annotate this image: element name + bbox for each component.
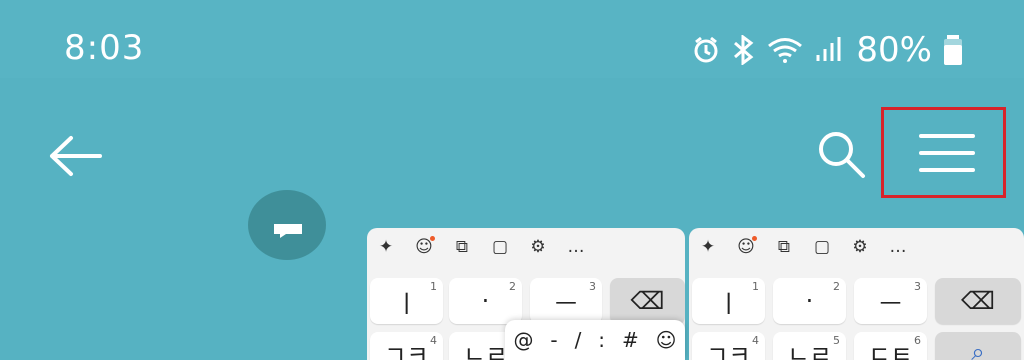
key-dot[interactable]: · 2	[449, 278, 522, 324]
emoji-icon[interactable]: ☺	[405, 232, 443, 262]
menu-highlight-box	[881, 107, 1006, 198]
symbol-smile[interactable]: ☺	[656, 328, 677, 352]
status-time: 8:03	[64, 28, 145, 68]
symbol-hash[interactable]: #	[622, 328, 639, 352]
symbol-slash[interactable]: /	[575, 328, 582, 352]
key-vertical[interactable]: ㅣ1	[692, 278, 765, 324]
saved-note-icon[interactable]: ▢	[803, 232, 841, 262]
backspace-key[interactable]: ⌫	[935, 278, 1021, 324]
search-key[interactable]: ⌕	[935, 332, 1021, 360]
more-options-icon[interactable]: …	[879, 232, 917, 262]
status-icons: 80%	[691, 30, 964, 70]
keyboard-preview-right: ✦ ☺ ⧉ ▢ ⚙ … ㅣ1 · 2 ㅡ3 ⌫ ㄱㅋ 4 ㄴㄹ 5 ㄷㅌ 6 ⌕	[689, 228, 1024, 360]
keyboard-toolbar: ✦ ☺ ⧉ ▢ ⚙ …	[689, 228, 1024, 266]
wifi-icon	[768, 38, 803, 63]
key-vertical[interactable]: ㅣ1	[370, 278, 443, 324]
bluetooth-icon	[734, 35, 754, 65]
key-digeut[interactable]: ㄷㅌ 6	[854, 332, 927, 360]
key-nieun[interactable]: ㄴㄹ5	[773, 332, 846, 360]
app-toolbar	[0, 78, 1024, 218]
key-giyeok[interactable]: ㄱㅋ 4	[692, 332, 765, 360]
clipboard-icon[interactable]: ⧉	[443, 232, 481, 262]
emoji-icon[interactable]: ☺	[727, 232, 765, 262]
battery-icon	[944, 35, 962, 65]
keyboard-ai-icon[interactable]: ✦	[689, 232, 727, 262]
more-options-icon[interactable]: …	[557, 232, 595, 262]
keyboard-ai-icon[interactable]: ✦	[367, 232, 405, 262]
backspace-key[interactable]: ⌫	[610, 278, 685, 324]
status-bar: 8:03 80%	[0, 0, 1024, 78]
key-giyeok[interactable]: ㄱㅋ 4	[370, 332, 443, 360]
alarm-icon	[694, 36, 718, 63]
signal-icon	[816, 37, 841, 61]
search-icon[interactable]	[815, 128, 867, 180]
keyboard-settings-icon[interactable]: ⚙	[841, 232, 879, 262]
symbol-dash[interactable]: -	[550, 328, 557, 352]
key-dot[interactable]: · 2	[773, 278, 846, 324]
symbol-colon[interactable]: :	[598, 328, 605, 352]
back-arrow-icon[interactable]	[46, 135, 104, 177]
saved-note-icon[interactable]: ▢	[481, 232, 519, 262]
keyboard-settings-icon[interactable]: ⚙	[519, 232, 557, 262]
key-horizontal[interactable]: ㅡ3	[854, 278, 927, 324]
symbol-popup: @ - / : # ☺	[505, 320, 685, 360]
key-horizontal[interactable]: ㅡ3	[530, 278, 602, 324]
symbol-at[interactable]: @	[513, 328, 533, 352]
clipboard-icon[interactable]: ⧉	[765, 232, 803, 262]
speech-bubble-icon	[274, 224, 302, 238]
battery-percentage: 80%	[856, 30, 932, 70]
keyboard-toolbar: ✦ ☺ ⧉ ▢ ⚙ …	[367, 228, 685, 266]
